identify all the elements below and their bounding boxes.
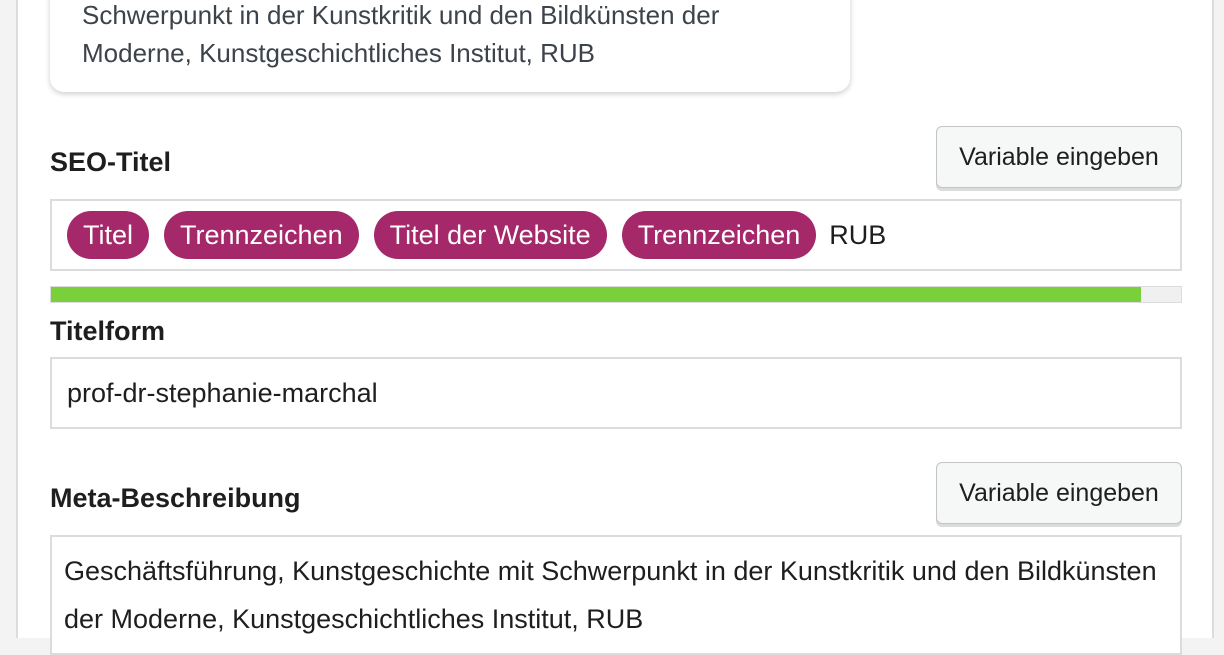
- variable-pill-separator[interactable]: Trennzeichen: [164, 211, 359, 259]
- variable-pill-separator-2[interactable]: Trennzeichen: [621, 211, 817, 259]
- seo-title-insert-variable-button[interactable]: Variable eingeben: [936, 126, 1182, 188]
- seo-title-length-progress: [50, 286, 1182, 303]
- variable-pill-site-title[interactable]: Titel der Website: [373, 211, 607, 259]
- variable-pill-title[interactable]: Titel: [67, 211, 150, 259]
- slug-label: Titelform: [50, 316, 166, 346]
- slug-input[interactable]: prof-dr-stephanie-marchal: [50, 357, 1182, 429]
- preview-meta-description: Schwerpunkt in der Kunstkritik und den B…: [82, 0, 720, 68]
- seo-title-length-progress-fill: [51, 287, 1142, 302]
- seo-title-input[interactable]: Titel Trennzeichen Titel der Website Tre…: [50, 199, 1182, 271]
- seo-title-suffix-text: RUB: [829, 219, 887, 250]
- meta-description-insert-variable-button[interactable]: Variable eingeben: [936, 462, 1182, 524]
- search-preview-card: Schwerpunkt in der Kunstkritik und den B…: [50, 0, 850, 92]
- meta-description-input[interactable]: Geschäftsführung, Kunstgeschichte mit Sc…: [50, 535, 1182, 655]
- seo-title-label: SEO-Titel: [50, 147, 172, 177]
- meta-description-label: Meta-Beschreibung: [50, 483, 301, 513]
